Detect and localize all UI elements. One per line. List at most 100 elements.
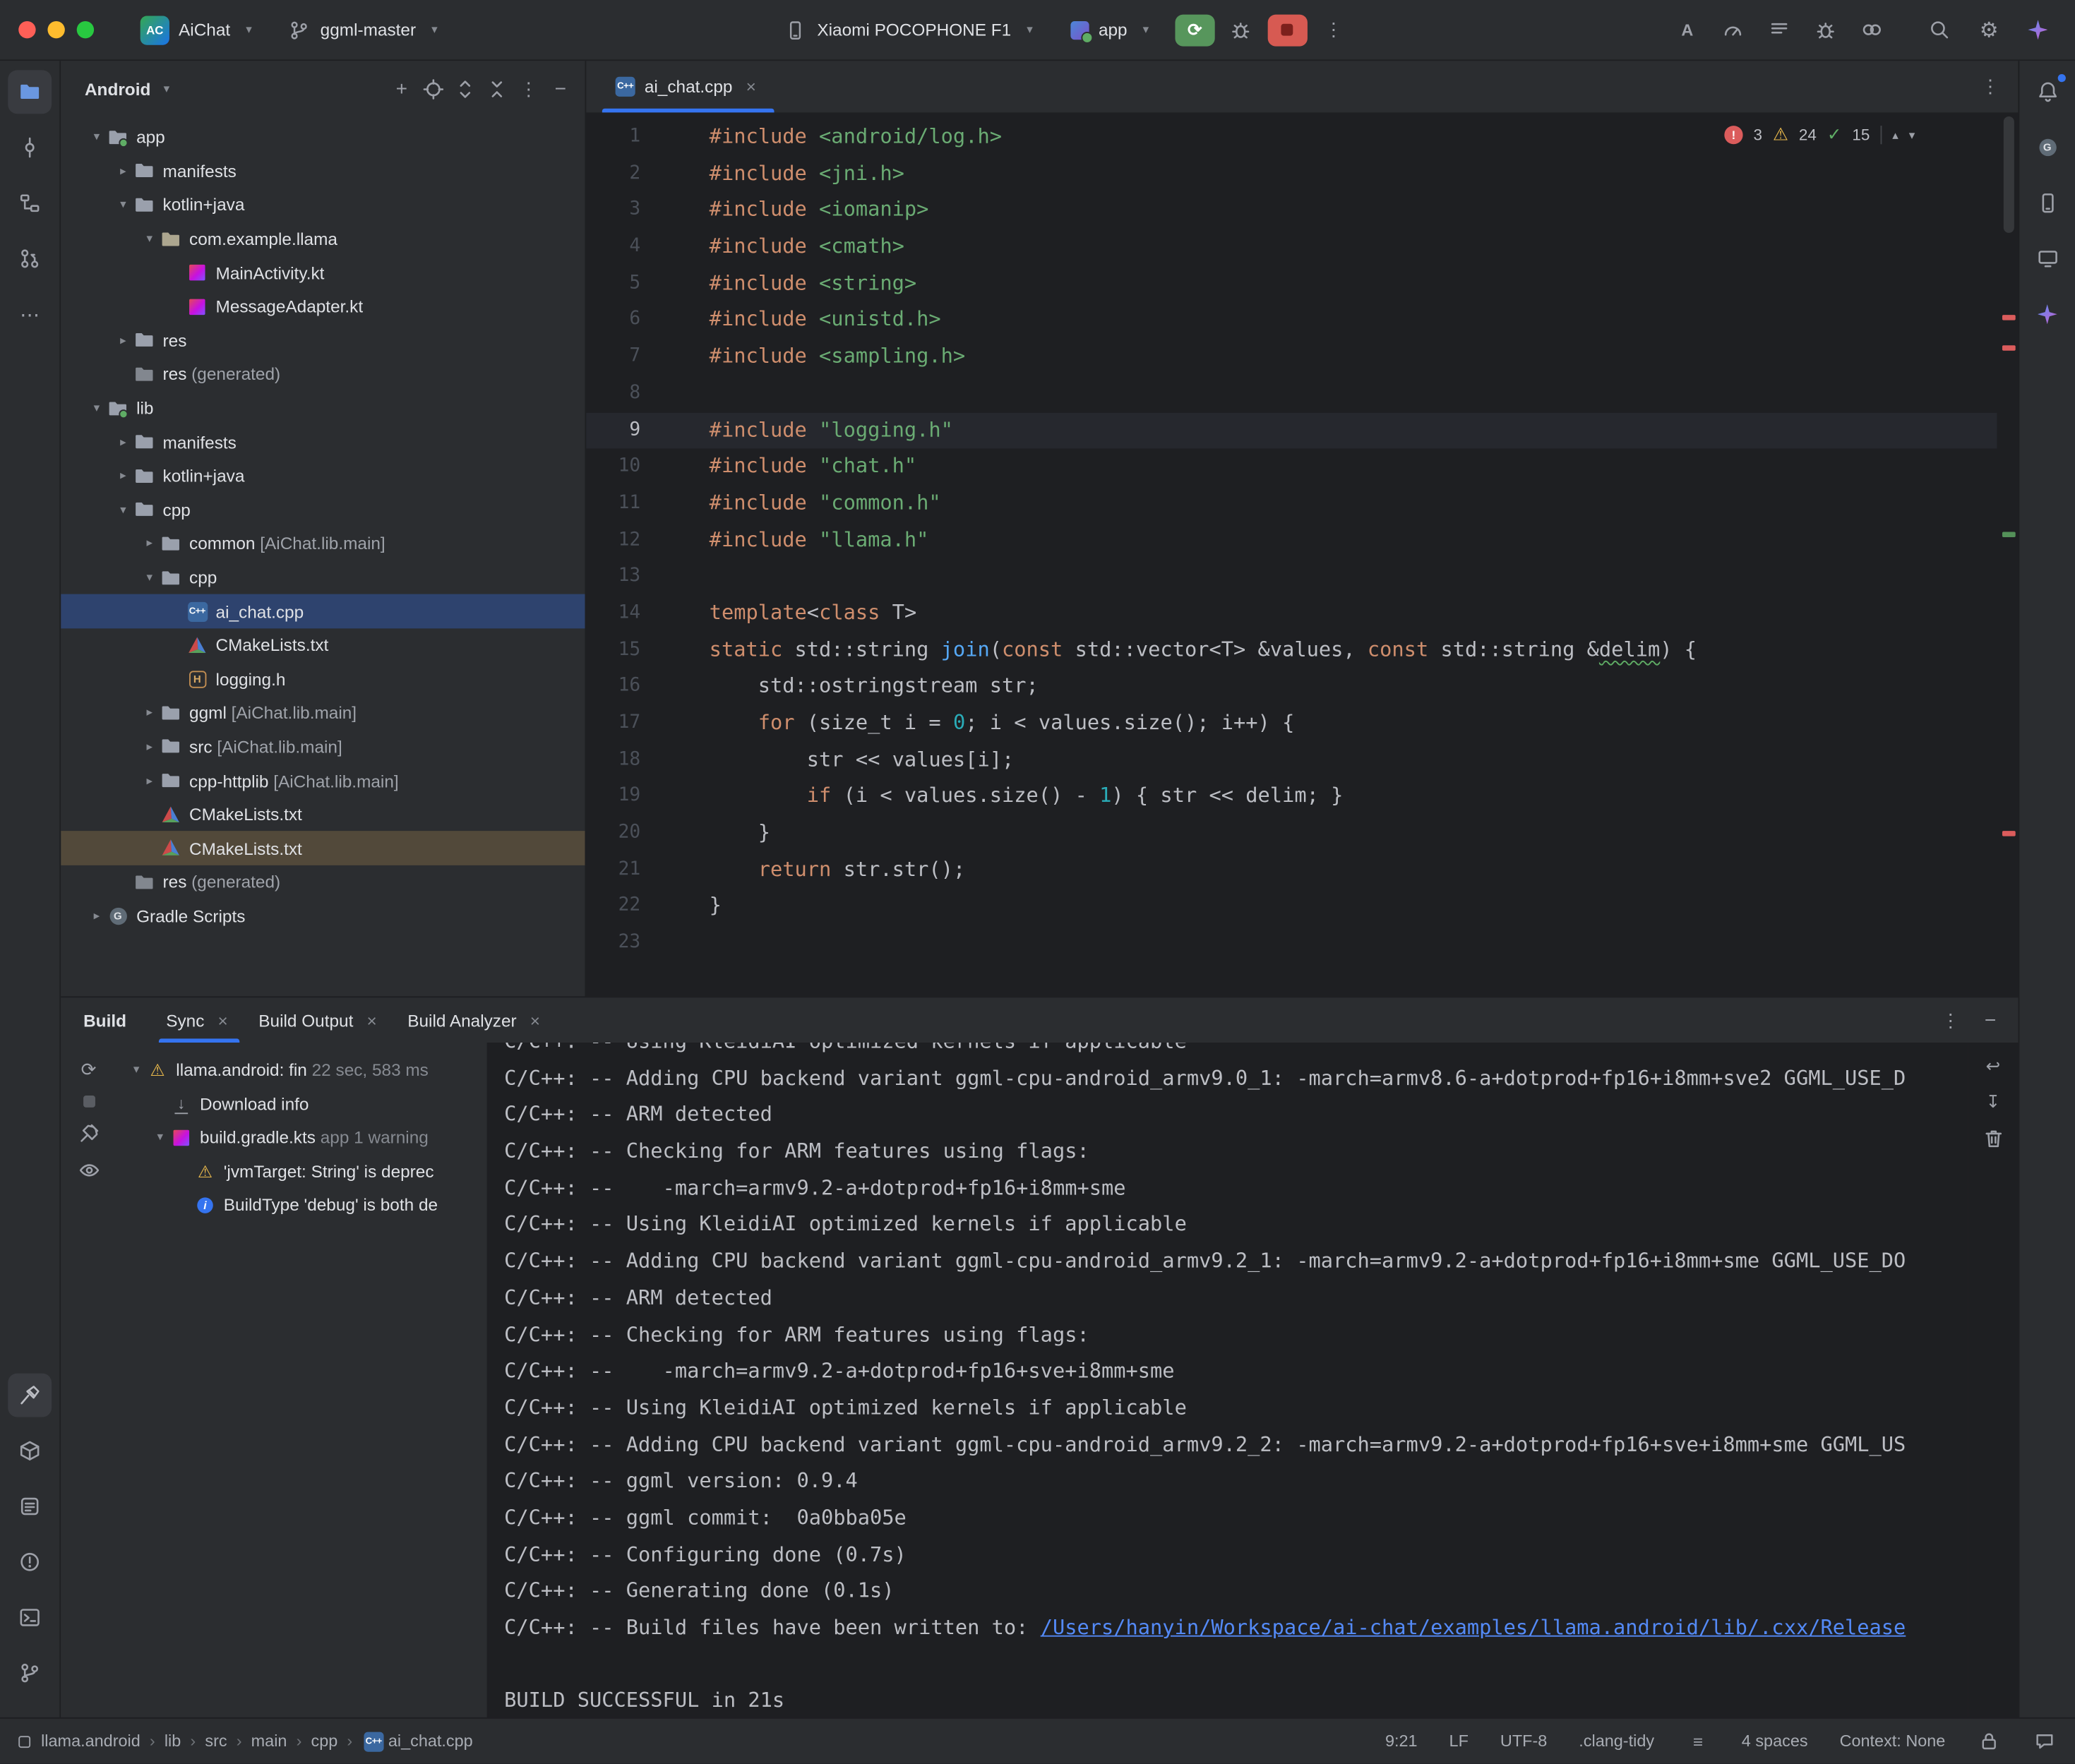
breadcrumb-item-main[interactable]: main [251,1732,287,1751]
unfold-icon[interactable] [451,75,479,102]
search-button[interactable] [1922,11,1959,48]
project-folder-icon[interactable] [8,70,52,114]
logcat-tool-button[interactable] [1762,11,1798,48]
tree-item-cmakelists-txt[interactable]: CMakeLists.txt [61,798,585,832]
build-tab-sync[interactable]: Sync× [153,997,245,1043]
editor-tab-ai-chat-cpp[interactable]: C++ ai_chat.cpp × [599,61,776,112]
device-mirroring-button[interactable] [1854,11,1891,48]
line-ending[interactable]: LF [1449,1732,1469,1751]
breadcrumb-item-cpp[interactable]: cpp [311,1732,338,1751]
macos-zoom-button[interactable] [77,21,94,38]
breadcrumb-item-lib[interactable]: lib [165,1732,181,1751]
indent-style[interactable]: 4 spaces [1742,1732,1808,1751]
pull-requests-icon[interactable] [8,237,52,281]
pin-icon[interactable] [77,1122,101,1144]
ai-context[interactable]: Context: None [1840,1732,1946,1751]
fold-icon[interactable] [483,75,510,102]
caret-position[interactable]: 9:21 [1385,1732,1418,1751]
build-tree-item-jvmtarget-string-is-deprec[interactable]: ⚠'jvmTarget: String' is deprec [116,1154,487,1188]
tree-item-res[interactable]: ▸res [61,323,585,357]
version-control-icon[interactable] [8,1651,52,1695]
error-stripe-mark[interactable] [2002,831,2016,836]
vcs-stripe-mark[interactable] [2002,532,2016,537]
code-editor[interactable]: 1234567891011121314151617181920212223 #i… [586,114,2018,996]
scrollbar-thumb[interactable] [2004,116,2014,233]
build-console[interactable]: C/C++: -- Using KleidiAI optimized kerne… [487,1043,1968,1717]
tree-item-src[interactable]: ▸src [AiChat.lib.main] [61,730,585,764]
close-tab-icon[interactable]: × [362,1010,381,1030]
tree-item-app[interactable]: ▾app [61,121,585,155]
device-manager-icon[interactable] [2026,181,2069,225]
tree-item-ai-chat-cpp[interactable]: C++ai_chat.cpp [61,594,585,628]
tree-item-manifests[interactable]: ▸manifests [61,155,585,188]
eye-icon[interactable] [77,1159,101,1182]
project-widget[interactable]: AC AiChat ▾ [128,10,270,49]
build-tree-item-llama-android-fin[interactable]: ▾⚠llama.android: fin 22 sec, 583 ms [116,1053,487,1087]
close-tab-icon[interactable]: × [214,1010,232,1030]
build-variants-icon[interactable] [8,1429,52,1472]
breadcrumb-item-src[interactable]: src [205,1732,227,1751]
file-encoding[interactable]: UTF-8 [1500,1732,1547,1751]
build-options-kebab-icon[interactable]: ⋮ [1939,1009,1963,1031]
breadcrumb-item-ai-chat-cpp[interactable]: C++ ai_chat.cpp [361,1731,472,1752]
stop-button[interactable] [1267,14,1307,46]
build-tab-build-output[interactable]: Build Output× [246,997,395,1043]
assistant-avatar-button[interactable] [2019,11,2056,48]
gradle-icon[interactable]: G [2026,126,2069,169]
tree-item-gradle-scripts[interactable]: ▸GGradle Scripts [61,899,585,933]
settings-button[interactable]: ⚙ [1971,11,2007,48]
editor-scroll-stripe[interactable] [1997,114,2018,996]
assistant-icon[interactable] [2026,292,2069,336]
build-tree-item-build-gradle-kts[interactable]: ▾build.gradle.kts app 1 warning [116,1121,487,1155]
refresh-icon[interactable]: ⟳ [77,1059,101,1081]
kebab-icon[interactable]: ⋮ [515,75,542,102]
tree-item-messageadapter-kt[interactable]: MessageAdapter.kt [61,289,585,323]
macos-close-button[interactable] [18,21,35,38]
app-inspection-button[interactable] [1807,11,1844,48]
breadcrumb-item-llama-android[interactable]: llama.android [18,1732,140,1751]
tree-item-cpp-httplib[interactable]: ▸cpp-httplib [AiChat.lib.main] [61,764,585,798]
notifications-icon[interactable] [2026,70,2069,114]
target-icon[interactable] [419,75,447,102]
tree-item-kotlin-java[interactable]: ▾kotlin+java [61,188,585,222]
tree-item-com-example-llama[interactable]: ▾com.example.llama [61,222,585,256]
tree-item-lib[interactable]: ▾lib [61,391,585,425]
inspections-widget[interactable]: ! 3 ⚠ 24 ✓ 15 ▴ ▾ [1724,124,1915,145]
tree-item-logging-h[interactable]: Hlogging.h [61,662,585,696]
translations-button[interactable]: A [1669,11,1706,48]
notifications-balloon-icon[interactable] [2033,1731,2057,1752]
tree-item-cmakelists-txt[interactable]: CMakeLists.txt [61,628,585,662]
debug-button[interactable] [1223,11,1260,48]
tree-item-cmakelists-txt[interactable]: CMakeLists.txt [61,832,585,865]
error-stripe-mark[interactable] [2002,315,2016,320]
scrollend-icon[interactable]: ↧ [1981,1091,2005,1112]
tree-item-mainactivity-kt[interactable]: MainActivity.kt [61,256,585,289]
trash-icon[interactable] [1981,1127,2005,1150]
structure-icon[interactable] [8,181,52,225]
logcat-icon[interactable] [8,1484,52,1528]
softwrap-icon[interactable]: ↩ [1981,1056,2005,1077]
build-tab-build-analyzer[interactable]: Build Analyzer× [394,997,557,1043]
problems-icon[interactable] [8,1540,52,1584]
tree-item-cpp[interactable]: ▾cpp [61,493,585,527]
build-tree-item-download-info[interactable]: ↓Download info [116,1087,487,1121]
tree-item-common[interactable]: ▸common [AiChat.lib.main] [61,527,585,560]
project-view-selector[interactable]: Android [85,79,150,99]
macos-minimize-button[interactable] [47,21,64,38]
vcs-branch-widget[interactable]: ggml-master ▾ [275,14,455,46]
running-devices-icon[interactable] [2026,237,2069,281]
build-tree-item-buildtype-debug-is-both-de[interactable]: iBuildType 'debug' is both de [116,1188,487,1222]
code-style-icon[interactable]: ≡ [1686,1732,1710,1751]
lock-icon[interactable] [1977,1731,2001,1752]
close-tab-icon[interactable]: × [526,1010,544,1030]
tree-item-ggml[interactable]: ▸ggml [AiChat.lib.main] [61,696,585,730]
hide-panel-icon[interactable]: − [1978,1009,2002,1031]
device-selector[interactable]: Xiaomi POCOPHONE F1 ▾ [772,14,1051,46]
close-tab-icon[interactable]: × [742,77,760,97]
analyzer-config[interactable]: .clang-tidy [1579,1732,1654,1751]
terminal-icon[interactable] [8,1596,52,1640]
next-issue-icon[interactable]: ▾ [1909,128,1915,143]
commit-icon[interactable] [8,126,52,169]
tree-item-cpp[interactable]: ▾cpp [61,560,585,594]
editor-options-kebab-icon[interactable]: ⋮ [1978,76,2002,98]
